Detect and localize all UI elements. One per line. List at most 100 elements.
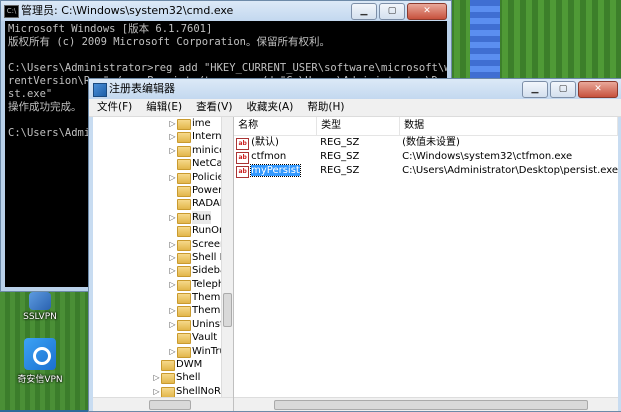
tree-item-run[interactable]: ▷ Run — [93, 210, 221, 225]
tree-item-uninstall[interactable]: ▷ Uninstall — [93, 318, 233, 331]
regedit-titlebar[interactable]: 注册表编辑器 ▁ ▢ ✕ — [89, 79, 621, 99]
scrollbar-thumb[interactable] — [223, 293, 233, 327]
regedit-window[interactable]: 注册表编辑器 ▁ ▢ ✕ 文件(F) 编辑(E) 查看(V) 收藏夹(A) 帮助… — [88, 78, 621, 412]
registry-values-pane[interactable]: 名称 类型 数据 ab (默认) REG_SZ (数值未设置) ab ctfmon REG_… — [234, 117, 618, 411]
values-horizontal-scrollbar[interactable] — [234, 397, 618, 411]
scrollbar-thumb[interactable] — [149, 400, 191, 410]
folder-icon — [177, 185, 191, 197]
tree-item-powercpl[interactable]: PowerCPL — [93, 184, 233, 197]
tree-item-internet-settings[interactable]: ▷Internet Settings — [93, 130, 233, 144]
column-header-type[interactable]: 类型 — [317, 117, 401, 135]
folder-icon — [177, 346, 191, 358]
folder-icon — [177, 279, 191, 291]
regedit-icon — [93, 83, 107, 97]
console-line: 版权所有 (c) 2009 Microsoft Corporation。保留所有… — [8, 36, 330, 48]
value-type: REG_SZ — [320, 137, 360, 148]
cmd-titlebar[interactable]: C:\ 管理员: C:\Windows\system32\cmd.exe ▁ ▢… — [1, 1, 451, 21]
folder-icon — [177, 293, 191, 305]
tree-item-dwm[interactable]: DWM — [93, 358, 221, 372]
tree-item-radar[interactable]: RADAR — [93, 197, 227, 211]
folder-icon — [161, 360, 175, 372]
string-value-icon: ab — [236, 152, 250, 164]
folder-icon — [177, 319, 191, 331]
desktop-icon-sslvpn[interactable]: SSLVPN — [10, 292, 70, 322]
close-button[interactable]: ✕ — [578, 81, 618, 98]
minimize-button[interactable]: ▁ — [351, 3, 377, 20]
column-header-data[interactable]: 数据 — [400, 117, 618, 135]
value-name: myPersist — [250, 164, 301, 177]
value-name: ctfmon — [251, 151, 287, 162]
desktop-icon-qianxin-vpn[interactable]: 奇安信VPN — [10, 338, 70, 385]
minimize-button[interactable]: ▁ — [522, 81, 548, 98]
expand-arrow-icon[interactable]: ▷ — [168, 211, 177, 224]
tree-item-vault[interactable]: Vault — [93, 331, 221, 345]
tree-item-wintrust[interactable]: ▷ WinTrust — [93, 345, 233, 358]
string-value-icon: ab — [236, 166, 250, 178]
regedit-title: 注册表编辑器 — [109, 82, 175, 95]
tree-item-label: Run — [192, 210, 212, 225]
values-header: 名称 类型 数据 — [234, 117, 618, 136]
tree-item-telephony[interactable]: ▷Telephony — [93, 278, 233, 291]
expand-arrow-icon[interactable]: ▷ — [168, 264, 177, 277]
tree-item-screensavers[interactable]: ▷Screensavers — [93, 238, 233, 251]
tree-item-shell[interactable]: ▷ Shell — [93, 371, 221, 385]
cmd-title: 管理员: C:\Windows\system32\cmd.exe — [21, 4, 234, 17]
string-value-icon: ab — [236, 138, 250, 150]
registry-key-tree[interactable]: ▷ ime▷Internet Settings▷miniconfigNetCach… — [93, 117, 235, 411]
expand-arrow-icon[interactable]: ▷ — [168, 144, 177, 157]
close-button[interactable]: ✕ — [407, 3, 447, 20]
expand-arrow-icon[interactable]: ▷ — [168, 278, 177, 291]
desktop-background-water — [470, 0, 500, 80]
scrollbar-thumb[interactable] — [274, 400, 588, 410]
expand-arrow-icon[interactable]: ▷ — [168, 318, 177, 331]
folder-icon — [177, 212, 191, 224]
folder-icon — [177, 306, 191, 318]
folder-icon — [177, 239, 191, 251]
expand-arrow-icon[interactable]: ▷ — [152, 371, 161, 384]
menu-help[interactable]: 帮助(H) — [307, 99, 344, 116]
tree-horizontal-scrollbar[interactable] — [93, 397, 234, 411]
tree-item-themes[interactable]: ▷ Themes — [93, 304, 232, 318]
column-header-name[interactable]: 名称 — [234, 117, 318, 135]
tree-item-miniconfig[interactable]: ▷miniconfig — [93, 144, 233, 157]
desktop-icon-label: SSLVPN — [23, 312, 57, 322]
value-row[interactable]: ab ctfmon REG_SZ C:\Windows\system32\ctfmon… — [234, 150, 618, 164]
tree-item-label: Vault — [192, 332, 218, 344]
console-line: C:\Users\Administrator>reg add "HKEY_CUR… — [8, 62, 447, 74]
tree-item-label: ime — [192, 118, 211, 129]
vpn-shield-icon — [29, 292, 51, 310]
value-row[interactable]: ab (默认) REG_SZ (数值未设置) — [234, 136, 618, 150]
tree-item-ime[interactable]: ▷ ime — [93, 117, 221, 130]
folder-icon — [177, 145, 191, 157]
tree-vertical-scrollbar[interactable] — [221, 117, 234, 397]
menu-edit[interactable]: 编辑(E) — [146, 99, 182, 116]
maximize-button[interactable]: ▢ — [550, 81, 576, 98]
expand-arrow-icon[interactable]: ▷ — [168, 304, 177, 317]
tree-item-sidebar[interactable]: ▷ Sidebar — [93, 264, 230, 278]
qianxin-vpn-icon — [24, 338, 56, 370]
expand-arrow-icon[interactable]: ▷ — [168, 171, 177, 184]
menu-favorites[interactable]: 收藏夹(A) — [246, 99, 293, 116]
menu-bar: 文件(F) 编辑(E) 查看(V) 收藏夹(A) 帮助(H) — [89, 99, 621, 117]
folder-icon — [177, 226, 191, 238]
expand-arrow-icon[interactable]: ▷ — [168, 345, 177, 358]
maximize-button[interactable]: ▢ — [379, 3, 405, 20]
value-type: REG_SZ — [320, 165, 360, 176]
tree-item-runonce[interactable]: RunOnce — [93, 224, 233, 238]
tree-item-thememanager[interactable]: ThemeManager — [93, 291, 233, 305]
value-data: (数值未设置) — [402, 137, 460, 148]
expand-arrow-icon[interactable]: ▷ — [168, 238, 177, 251]
menu-file[interactable]: 文件(F) — [97, 99, 132, 116]
tree-item-policies[interactable]: ▷ Policies — [93, 171, 229, 184]
tree-item-shell-extensions[interactable]: ▷Shell Extensions — [93, 251, 233, 264]
tree-item-netcache[interactable]: NetCache — [93, 157, 233, 171]
expand-arrow-icon[interactable]: ▷ — [168, 251, 177, 264]
menu-view[interactable]: 查看(V) — [196, 99, 232, 116]
folder-icon — [161, 373, 175, 385]
expand-arrow-icon[interactable]: ▷ — [168, 117, 177, 130]
folder-icon — [177, 252, 191, 264]
value-row[interactable]: ab myPersist REG_SZ C:\Users\Administrator\… — [234, 164, 618, 178]
expand-arrow-icon[interactable]: ▷ — [168, 130, 177, 143]
tree-item-label: Shell — [176, 372, 201, 384]
